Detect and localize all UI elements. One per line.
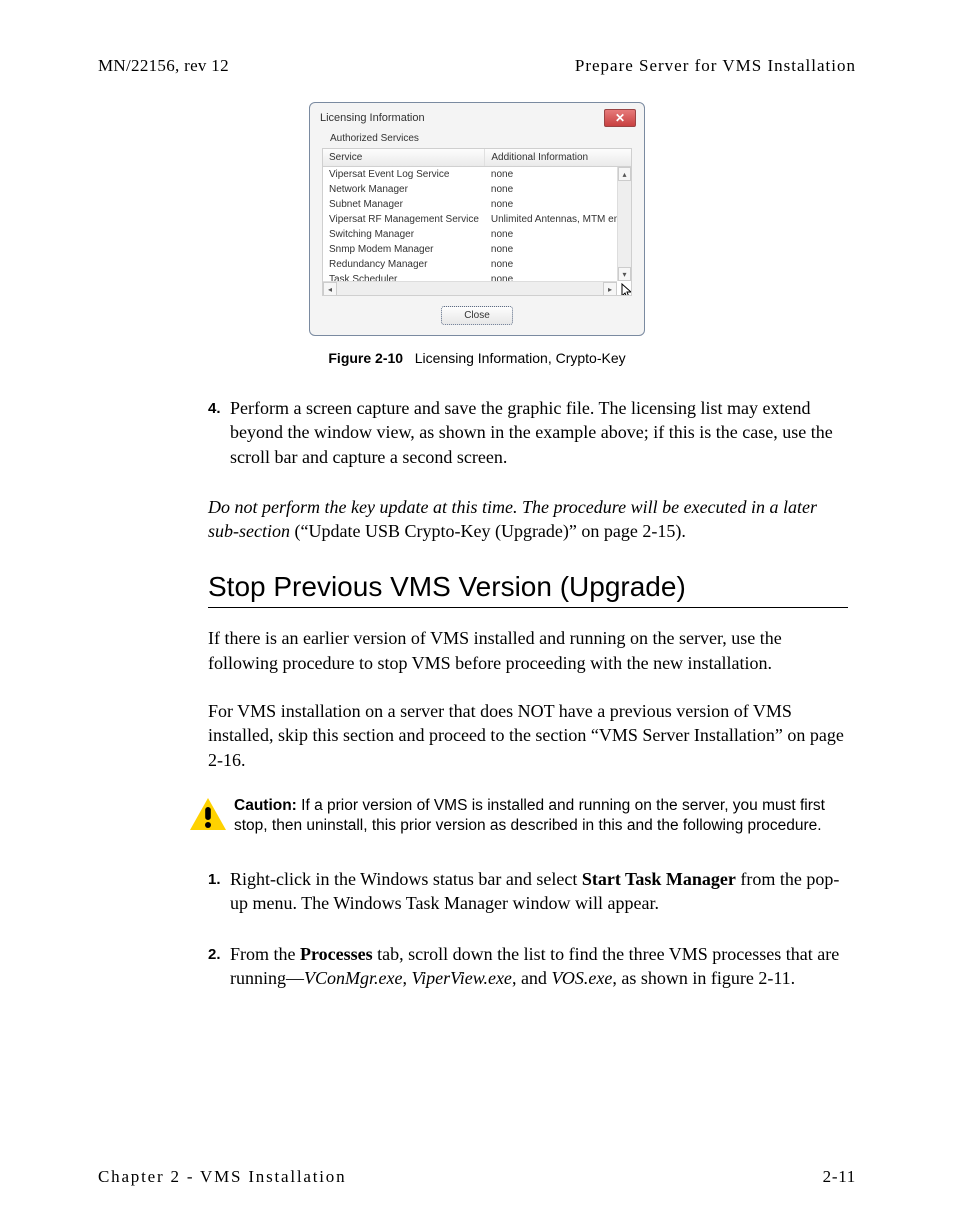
table-row: Vipersat Event Log Servicenone	[323, 167, 632, 183]
col-service[interactable]: Service	[323, 149, 485, 167]
paragraph: For VMS installation on a server that do…	[208, 699, 848, 772]
page-section-title: Prepare Server for VMS Installation	[575, 56, 856, 76]
step-number: 4.	[208, 396, 230, 469]
chevron-right-icon[interactable]: ▸	[603, 282, 617, 296]
step-number: 1.	[208, 867, 230, 916]
footer-chapter: Chapter 2 - VMS Installation	[98, 1167, 346, 1187]
section-heading: Stop Previous VMS Version (Upgrade)	[208, 571, 848, 608]
chevron-up-icon[interactable]: ▴	[618, 167, 631, 181]
close-icon[interactable]: ✕	[604, 109, 636, 127]
doc-id: MN/22156, rev 12	[98, 56, 229, 76]
services-table: Service Additional Information Vipersat …	[323, 149, 632, 287]
paragraph: If there is an earlier version of VMS in…	[208, 626, 848, 675]
col-info[interactable]: Additional Information	[485, 149, 632, 167]
chevron-down-icon[interactable]: ▾	[618, 267, 631, 281]
table-row: Snmp Modem Managernone	[323, 242, 632, 257]
vertical-scrollbar[interactable]: ▴ ▾	[617, 167, 631, 281]
figure-label: Figure 2-10	[328, 350, 403, 366]
chevron-left-icon[interactable]: ◂	[323, 282, 337, 296]
footer-page: 2-11	[823, 1167, 856, 1187]
cursor-icon	[621, 283, 632, 296]
step-number: 2.	[208, 942, 230, 991]
note-paragraph: Do not perform the key update at this ti…	[208, 495, 848, 544]
table-row: Redundancy Managernone	[323, 257, 632, 272]
close-button[interactable]: Close	[441, 306, 513, 325]
step-text: From the Processes tab, scroll down the …	[230, 942, 848, 991]
group-label: Authorized Services	[310, 131, 644, 144]
table-row: Switching Managernone	[323, 227, 632, 242]
table-row: Vipersat RF Management ServiceUnlimited …	[323, 212, 632, 227]
table-row: Network Managernone	[323, 182, 632, 197]
horizontal-scrollbar[interactable]: ◂ ▸	[323, 281, 617, 295]
table-row: Subnet Managernone	[323, 197, 632, 212]
dialog-title: Licensing Information	[320, 112, 425, 124]
caution-text: Caution: If a prior version of VMS is in…	[234, 796, 848, 836]
step-text: Perform a screen capture and save the gr…	[230, 396, 848, 469]
figure-caption: Licensing Information, Crypto-Key	[415, 350, 626, 366]
caution-icon	[188, 796, 228, 837]
licensing-dialog: Licensing Information ✕ Authorized Servi…	[309, 102, 645, 336]
step-text: Right-click in the Windows status bar an…	[230, 867, 848, 916]
